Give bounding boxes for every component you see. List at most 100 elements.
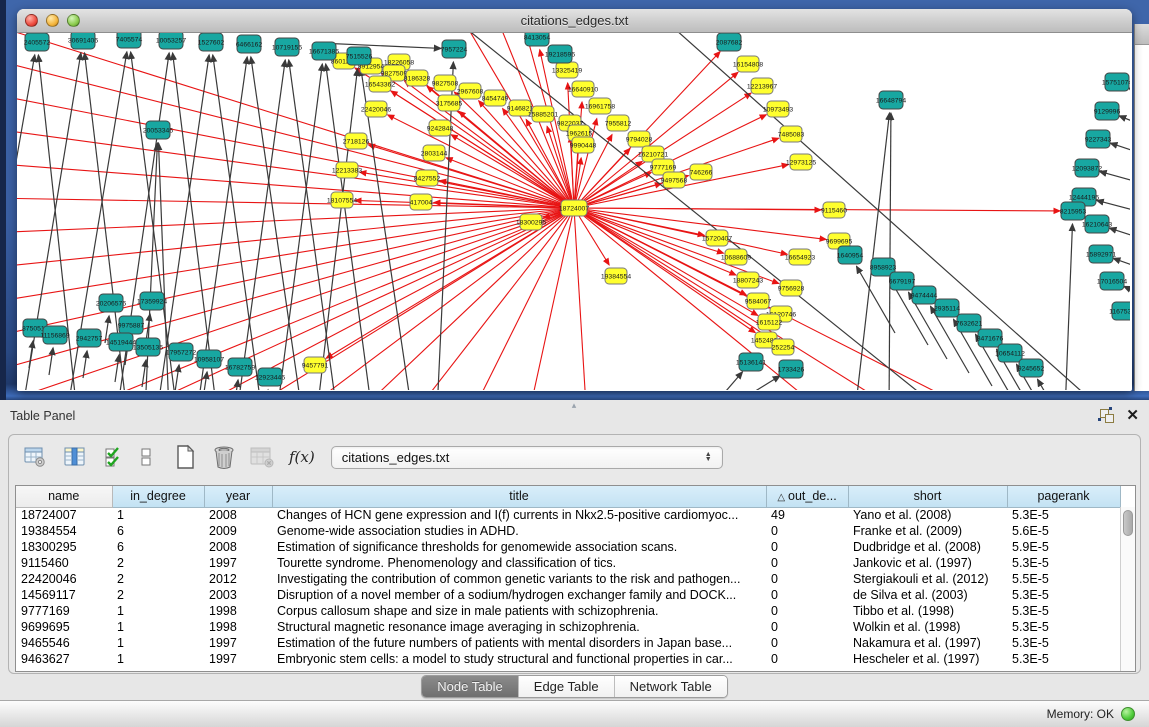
graph-node[interactable]: 20053346 [143,121,173,139]
table-cell[interactable]: 1 [112,507,204,523]
graph-node[interactable]: 7632621 [956,314,983,332]
graph-edge[interactable] [115,355,119,382]
table-cell[interactable]: 19384554 [16,523,112,539]
graph-node[interactable]: 9990448 [570,137,597,153]
table-cell[interactable]: 5.3E-5 [1007,603,1120,619]
graph-node[interactable]: 9827508 [432,75,459,91]
table-cell[interactable]: 2008 [204,507,272,523]
table-cell[interactable]: 1997 [204,635,272,651]
graph-edge[interactable] [1110,143,1130,157]
table-cell[interactable]: 22420046 [16,571,112,587]
close-window-button[interactable] [25,14,38,27]
graph-node[interactable]: 2803144 [421,145,448,161]
table-cell[interactable]: 2012 [204,571,272,587]
graph-edge[interactable] [17,128,574,208]
graph-edge[interactable] [451,135,574,208]
graph-node[interactable]: 18724007 [559,200,589,216]
table-cell[interactable]: 2 [112,571,204,587]
table-cell[interactable]: 5.3E-5 [1007,651,1120,667]
table-cell[interactable]: 49 [766,507,848,523]
graph-node[interactable]: 17957272 [166,343,196,361]
table-cell[interactable]: Tibbo et al. (1998) [848,603,1007,619]
graph-edge[interactable] [368,145,574,208]
table-cell[interactable]: Nakamura et al. (1997) [848,635,1007,651]
table-cell[interactable]: 0 [766,539,848,555]
table-cell[interactable]: Jankovic et al. (1997) [848,555,1007,571]
table-cell[interactable]: Disruption of a novel member of a sodium… [272,587,766,603]
table-scrollbar-thumb[interactable] [1123,510,1133,536]
graph-node[interactable]: 7515526 [346,47,373,65]
table-cell[interactable]: 1998 [204,619,272,635]
graph-node[interactable]: 9497568 [661,172,688,188]
table-cell[interactable]: Changes of HCN gene expression and I(f) … [272,507,766,523]
table-cell[interactable]: Structural magnetic resonance image aver… [272,619,766,635]
graph-edge[interactable] [1097,200,1130,215]
table-cell[interactable]: 9465546 [16,635,112,651]
table-row[interactable]: 2242004622012Investigating the contribut… [16,571,1120,587]
graph-edge[interactable] [723,376,780,390]
table-cell[interactable]: 18300295 [16,539,112,555]
table-cell[interactable]: Franke et al. (2009) [848,523,1007,539]
graph-edge[interactable] [17,55,35,390]
graph-edge[interactable] [1124,286,1130,299]
graph-edge[interactable] [889,113,891,390]
network-canvas[interactable]: 1872400713325419166409101696175879558129… [17,33,1130,390]
graph-edge[interactable] [175,365,179,390]
graph-node[interactable]: 12213383 [332,162,362,178]
graph-node[interactable]: 8186328 [404,70,431,86]
row-height-icon[interactable] [139,445,153,469]
column-header-out_de[interactable]: △out_de... [766,486,848,507]
table-cell[interactable]: Estimation of significance thresholds fo… [272,539,766,555]
graph-node[interactable]: 17359924 [137,292,167,310]
tab-node-table[interactable]: Node Table [422,676,519,697]
table-settings-icon[interactable] [23,445,47,469]
graph-node[interactable]: 10053257 [156,33,186,49]
graph-node[interactable]: 2967608 [457,83,484,99]
graph-node[interactable]: 12973125 [786,154,816,170]
graph-node[interactable]: 13325419 [552,62,582,78]
graph-node[interactable]: 12213967 [747,78,777,94]
column-chooser-icon[interactable] [63,445,87,469]
table-cell[interactable]: 18724007 [16,507,112,523]
graph-edge[interactable] [234,380,238,390]
table-cell[interactable]: 1997 [204,651,272,667]
table-scrollbar[interactable] [1120,507,1135,671]
network-canvas-container[interactable]: 1872400713325419166409101696175879558129… [17,33,1130,390]
graph-node[interactable]: 417004 [410,194,433,210]
graph-edge[interactable] [49,348,53,375]
table-select-dropdown[interactable]: citations_edges.txt ▲▼ [331,446,723,469]
graph-edge[interactable] [251,57,302,390]
graph-edge[interactable] [657,33,1117,390]
graph-edge[interactable] [17,208,574,303]
table-cell[interactable]: 6 [112,523,204,539]
graph-node[interactable]: 10958107 [194,350,224,368]
table-cell[interactable]: 5.5E-5 [1007,571,1120,587]
table-cell[interactable]: 5.6E-5 [1007,523,1120,539]
graph-edge[interactable] [1129,88,1130,100]
graph-edge[interactable] [1109,228,1130,242]
table-cell[interactable]: 14569117 [16,587,112,603]
graph-node[interactable]: 9584067 [745,293,772,309]
graph-node[interactable]: 1733426 [778,360,805,378]
table-cell[interactable]: 0 [766,635,848,651]
column-header-pagerank[interactable]: pagerank [1007,486,1120,507]
table-cell[interactable]: 0 [766,587,848,603]
graph-edge[interactable] [446,158,574,208]
graph-edge[interactable] [574,208,1060,211]
table-cell[interactable]: 9115460 [16,555,112,571]
graph-node[interactable]: 2405572 [24,33,51,51]
graph-edge[interactable] [29,341,33,368]
graph-node[interactable]: 16654923 [785,249,815,265]
table-cell[interactable]: 2003 [204,587,272,603]
graph-node[interactable]: 8413054 [524,33,551,46]
graph-node[interactable]: 252254 [772,339,795,355]
graph-node[interactable]: 746266 [690,164,713,180]
graph-node[interactable]: 19218596 [545,45,575,63]
table-cell[interactable]: 1997 [204,555,272,571]
graph-node[interactable]: 7957224 [441,40,468,58]
table-cell[interactable]: de Silva et al. (2003) [848,587,1007,603]
graph-node[interactable]: 14519444 [106,333,136,351]
function-builder-icon[interactable]: f(x) [289,448,315,466]
graph-node[interactable]: 6679197 [889,272,916,290]
graph-edge[interactable] [317,69,357,390]
